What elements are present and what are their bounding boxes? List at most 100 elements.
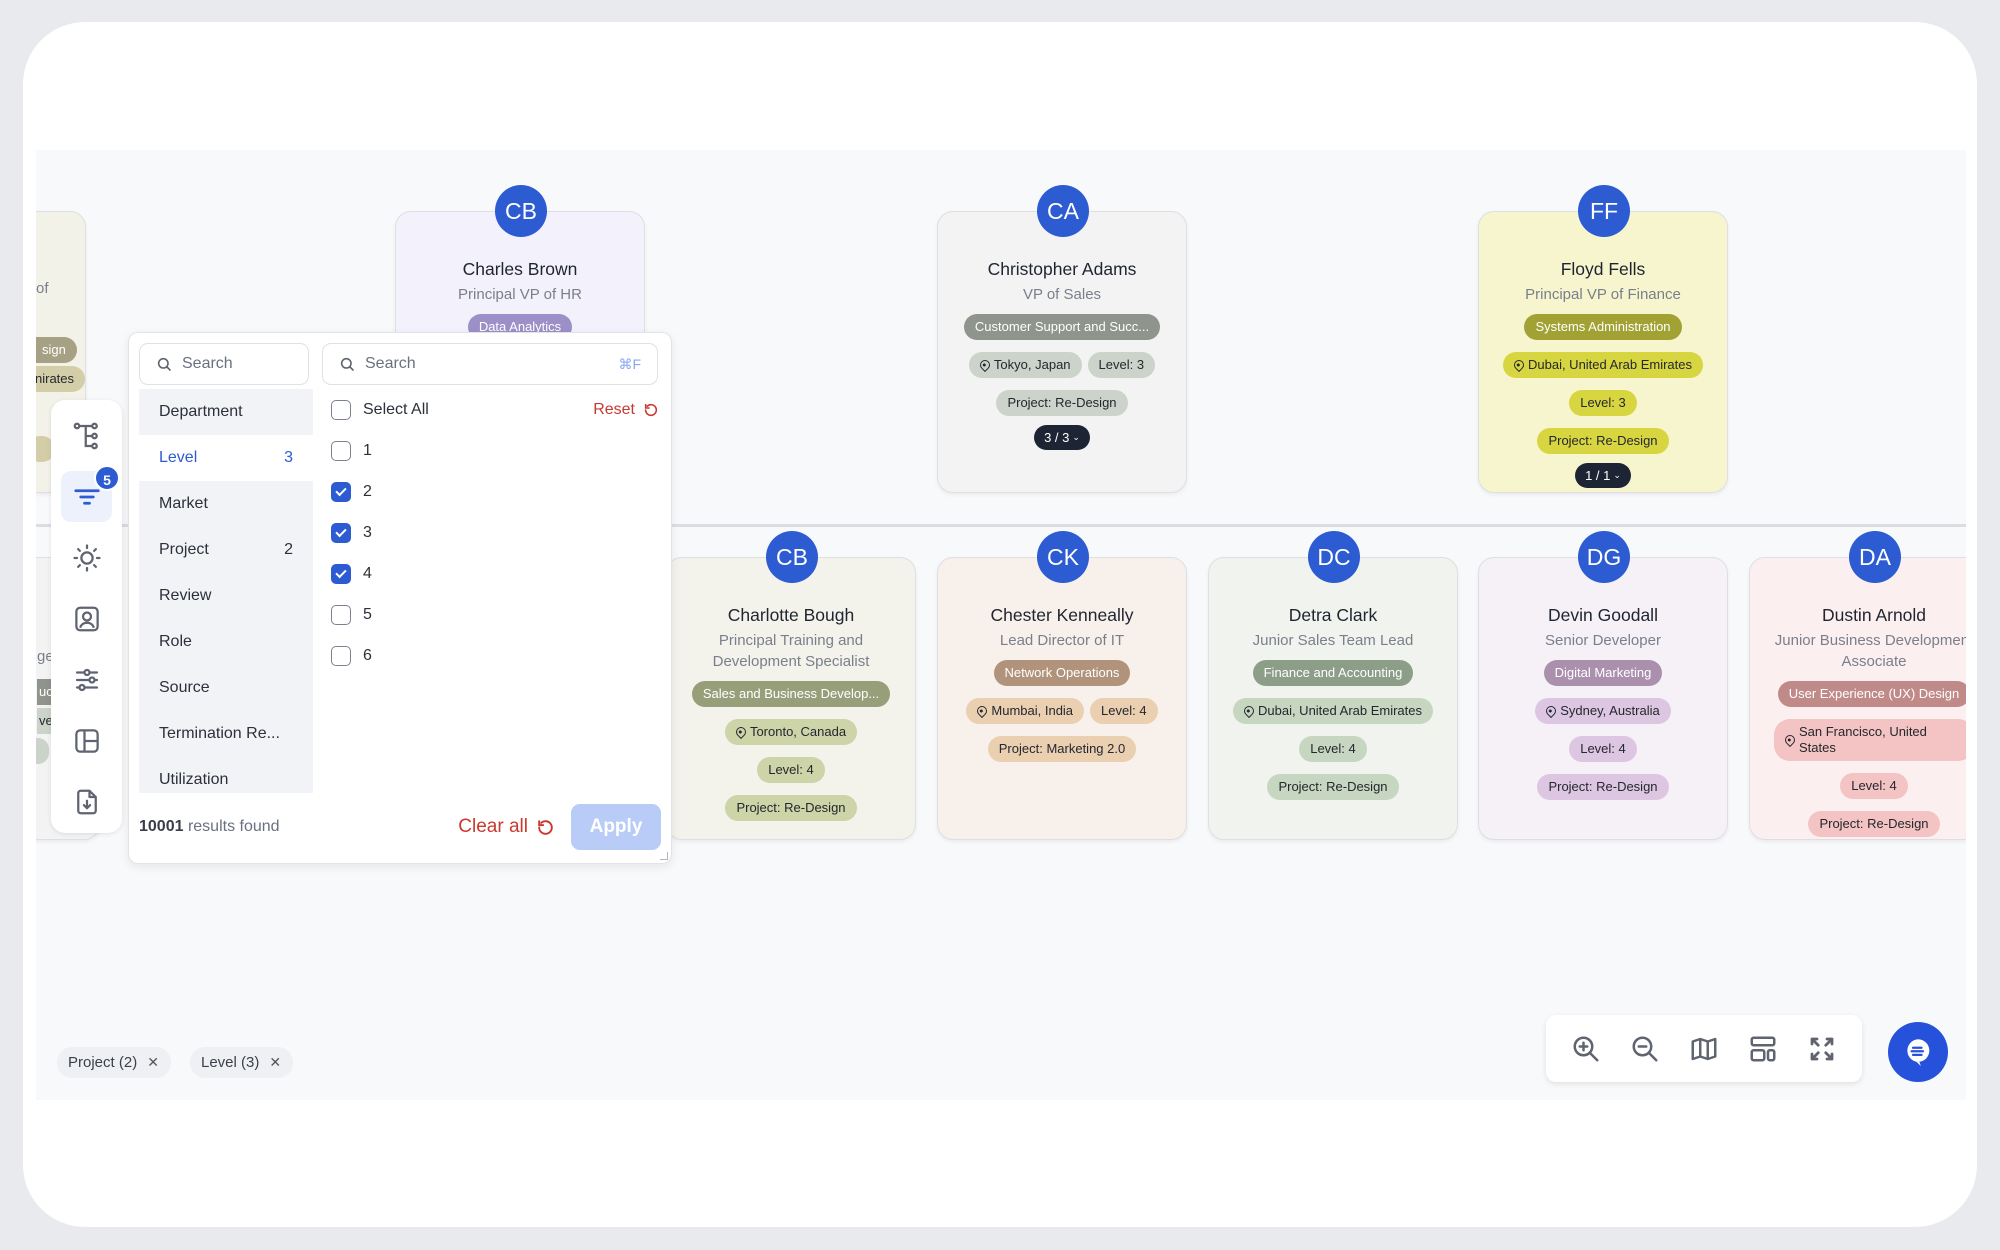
profile-card-button[interactable] — [61, 593, 112, 644]
reset-button[interactable]: Reset — [593, 389, 659, 430]
employee-title: VP of Sales — [1022, 286, 1102, 303]
close-icon[interactable]: ✕ — [269, 1054, 281, 1071]
location-tag: Dubai, United Arab Emirates — [1502, 352, 1704, 378]
profile-card-icon — [74, 606, 99, 631]
reset-icon — [538, 819, 553, 835]
level-option-6[interactable]: 6 — [329, 635, 663, 676]
level-tag: Level: 4 — [1090, 698, 1158, 724]
export-button[interactable] — [61, 776, 112, 827]
checkbox[interactable] — [331, 563, 351, 584]
layout-button[interactable] — [61, 715, 112, 766]
employee-title: Principal VP of HR — [458, 286, 582, 303]
filter-chip-level[interactable]: Level (3) ✕ — [190, 1047, 294, 1078]
selected-count: 2 — [284, 541, 293, 558]
zoom-out-icon — [1632, 1036, 1658, 1061]
checkbox[interactable] — [331, 440, 351, 461]
project-tag: Project: Re-Design — [1808, 811, 1940, 837]
filter-chip-project[interactable]: Project (2) ✕ — [57, 1047, 171, 1078]
zoom-in-icon — [1573, 1036, 1599, 1061]
filter-category-project[interactable]: Project 2 — [139, 527, 313, 573]
filter-button[interactable]: 5 — [61, 465, 120, 522]
minimap-button[interactable] — [1684, 1029, 1724, 1069]
employee-card[interactable]: DG Devin Goodall Senior Developer Digita… — [1478, 531, 1728, 840]
level-option-5[interactable]: 5 — [329, 594, 663, 635]
location-pin-icon — [733, 724, 749, 740]
zoom-in-button[interactable] — [1566, 1029, 1606, 1069]
location-tag: Dubai, United Arab Emirates — [1232, 698, 1434, 724]
checkbox[interactable] — [331, 481, 351, 502]
filter-category-department[interactable]: Department — [139, 389, 313, 435]
filter-category-source[interactable]: Source — [139, 665, 313, 711]
employee-card[interactable]: DC Detra Clark Junior Sales Team Lead Fi… — [1208, 531, 1458, 840]
filter-category-termination-reason[interactable]: Termination Re... — [139, 711, 313, 757]
reports-toggle[interactable]: 1 / 1 ⌄ — [1575, 463, 1631, 488]
checkbox[interactable] — [331, 522, 351, 543]
project-tag: Project: Re-Design — [1267, 774, 1399, 800]
level-option-2[interactable]: 2 — [329, 471, 663, 512]
settings-sliders-button[interactable] — [61, 654, 112, 705]
export-file-icon — [76, 789, 97, 814]
fullscreen-icon — [1810, 1037, 1834, 1060]
employee-name: Devin Goodall — [1548, 605, 1658, 625]
filter-category-review[interactable]: Review — [139, 573, 313, 619]
clear-all-button[interactable]: Clear all — [458, 816, 555, 838]
chevron-down-icon: ⌄ — [1613, 470, 1621, 480]
layout-toggle-button[interactable] — [1743, 1029, 1783, 1069]
category-search-input[interactable]: Search — [139, 343, 309, 385]
resize-handle[interactable] — [660, 852, 668, 860]
filter-footer: 10001 results found Clear all Apply — [139, 803, 661, 851]
filter-count-badge: 5 — [94, 465, 120, 491]
checkbox[interactable] — [331, 604, 351, 625]
reports-toggle[interactable]: 3 / 3 ⌄ — [1034, 425, 1090, 450]
org-tree-button[interactable] — [61, 410, 112, 461]
level-option-4[interactable]: 4 — [329, 553, 663, 594]
level-option-1[interactable]: 1 — [329, 430, 663, 471]
option-search-input[interactable]: Search ⌘F — [322, 343, 658, 385]
filter-category-list: Department Level 3 Market Project 2 Review… — [139, 389, 313, 793]
reset-icon — [644, 403, 658, 416]
location-pin-icon — [1511, 357, 1527, 373]
theme-sun-icon — [72, 543, 101, 572]
location-pin-icon — [977, 357, 992, 373]
apply-button[interactable]: Apply — [571, 804, 661, 850]
partial-card-project-tag — [36, 738, 49, 764]
employee-card[interactable]: CB Charlotte Bough Principal Training an… — [666, 531, 916, 840]
filter-category-market[interactable]: Market — [139, 481, 313, 527]
select-all-checkbox[interactable] — [331, 399, 351, 420]
filter-category-level[interactable]: Level 3 — [139, 435, 313, 481]
level-tag: Level: 4 — [757, 757, 825, 783]
filter-category-role[interactable]: Role — [139, 619, 313, 665]
project-tag: Project: Re-Design — [1537, 774, 1669, 800]
keyboard-shortcut-hint: ⌘F — [618, 355, 641, 372]
partial-card-title: of — [36, 280, 49, 297]
selected-count: 3 — [284, 449, 293, 466]
employee-name: Floyd Fells — [1560, 259, 1646, 279]
level-tag: Level: 3 — [1087, 352, 1156, 378]
employee-name: Christopher Adams — [987, 259, 1137, 279]
filter-category-utilization[interactable]: Utilization — [139, 757, 313, 803]
location-tag: Mumbai, India — [966, 698, 1085, 724]
employee-card[interactable]: DA Dustin Arnold Junior Business Develop… — [1749, 531, 1966, 840]
project-tag: Project: Marketing 2.0 — [987, 736, 1137, 762]
chevron-down-icon: ⌄ — [1072, 432, 1080, 442]
level-option-3[interactable]: 3 — [329, 512, 663, 553]
zoom-out-button[interactable] — [1625, 1029, 1665, 1069]
department-tag: Finance and Accounting — [1252, 660, 1414, 686]
layout-icon — [74, 728, 99, 753]
employee-card[interactable]: CA Christopher Adams VP of Sales Custome… — [937, 185, 1187, 493]
employee-card[interactable]: FF Floyd Fells Principal VP of Finance S… — [1478, 185, 1728, 493]
left-toolbar: 5 — [51, 400, 122, 833]
checkbox[interactable] — [331, 645, 351, 666]
project-tag: Project: Re-Design — [725, 795, 857, 821]
fullscreen-button[interactable] — [1802, 1029, 1842, 1069]
filter-options: Select All Reset 1 2 3 4 5 6 — [329, 389, 663, 676]
close-icon[interactable]: ✕ — [147, 1054, 159, 1071]
employee-card[interactable]: CK Chester Kenneally Lead Director of IT… — [937, 531, 1187, 840]
chat-button[interactable] — [1888, 1022, 1948, 1082]
theme-button[interactable] — [61, 532, 112, 583]
avatar: DG — [1578, 531, 1630, 583]
avatar: CK — [1037, 531, 1089, 583]
department-tag: Systems Administration — [1524, 314, 1682, 340]
project-tag: Project: Re-Design — [1537, 428, 1669, 454]
select-all-option[interactable]: Select All Reset — [329, 389, 663, 430]
